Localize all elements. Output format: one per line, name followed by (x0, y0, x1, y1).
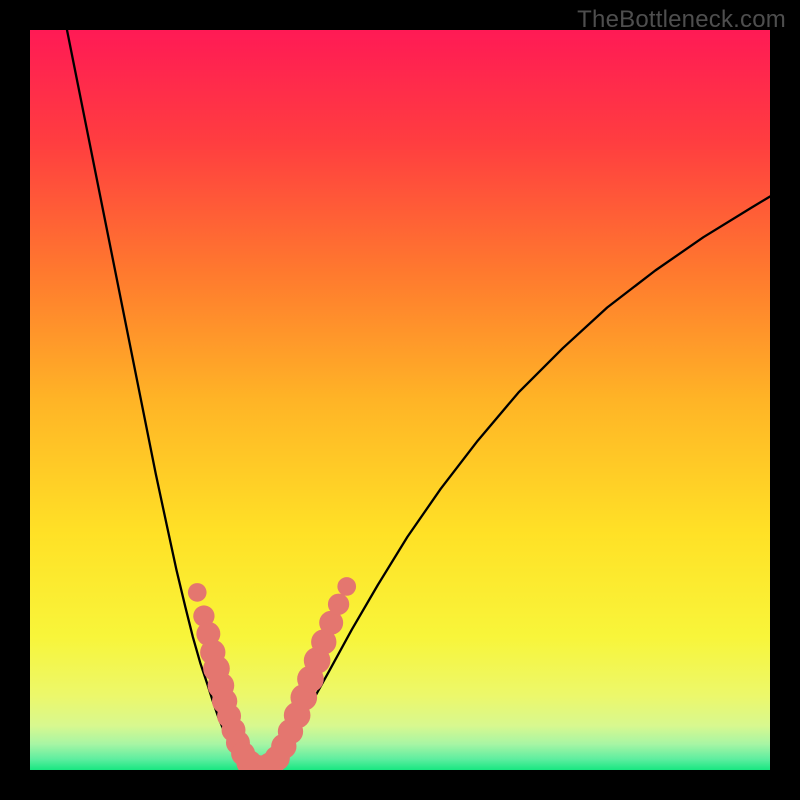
marker-point (188, 583, 207, 602)
marker-point (328, 594, 349, 615)
chart-frame: TheBottleneck.com (0, 0, 800, 800)
plot-area (30, 30, 770, 770)
chart-svg (30, 30, 770, 770)
marker-point (337, 577, 356, 596)
